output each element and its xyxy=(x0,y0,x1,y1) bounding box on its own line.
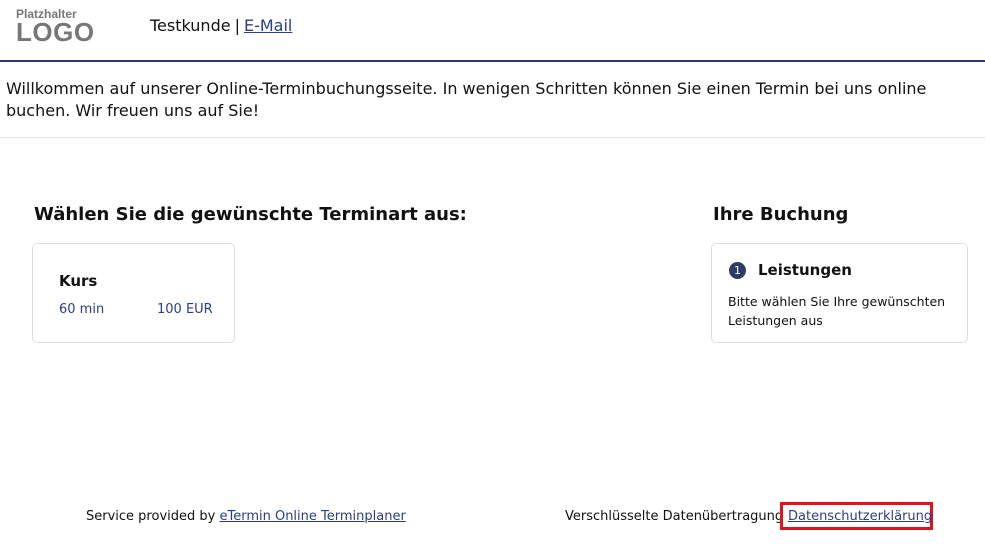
service-price: 100 EUR xyxy=(157,302,213,317)
booking-summary-card: 1 Leistungen Bitte wählen Sie Ihre gewün… xyxy=(711,243,968,343)
logo: Platzhalter LOGO xyxy=(16,8,95,47)
privacy-link[interactable]: Datenschutzerklärung xyxy=(788,509,932,524)
service-prefix: Service provided by xyxy=(86,509,216,524)
services-title: Wählen Sie die gewünschte Terminart aus: xyxy=(34,204,467,225)
divider xyxy=(0,137,985,138)
header: Platzhalter LOGO Testkunde | E-Mail xyxy=(0,0,985,62)
separator: | xyxy=(234,16,240,35)
step-description: Bitte wählen Sie Ihre gewünschten Leistu… xyxy=(728,294,946,328)
logo-big-text: LOGO xyxy=(16,17,95,47)
service-card-kurs[interactable]: Kurs 60 min 100 EUR xyxy=(32,243,235,343)
step-title: Leistungen xyxy=(758,261,852,279)
welcome-text: Willkommen auf unserer Online-Terminbuch… xyxy=(6,79,927,120)
footer-service-info: Service provided by eTermin Online Termi… xyxy=(86,509,406,524)
service-name: Kurs xyxy=(59,272,98,290)
booking-title: Ihre Buchung xyxy=(713,204,849,225)
step-number-badge: 1 xyxy=(729,262,746,279)
email-link[interactable]: E-Mail xyxy=(244,16,292,35)
company-info: Testkunde | E-Mail xyxy=(150,16,292,35)
provider-link[interactable]: eTermin Online Terminplaner xyxy=(219,509,405,524)
encryption-text: Verschlüsselte Datenübertragung xyxy=(565,509,784,524)
service-duration: 60 min xyxy=(59,302,105,317)
company-name: Testkunde xyxy=(150,16,231,35)
